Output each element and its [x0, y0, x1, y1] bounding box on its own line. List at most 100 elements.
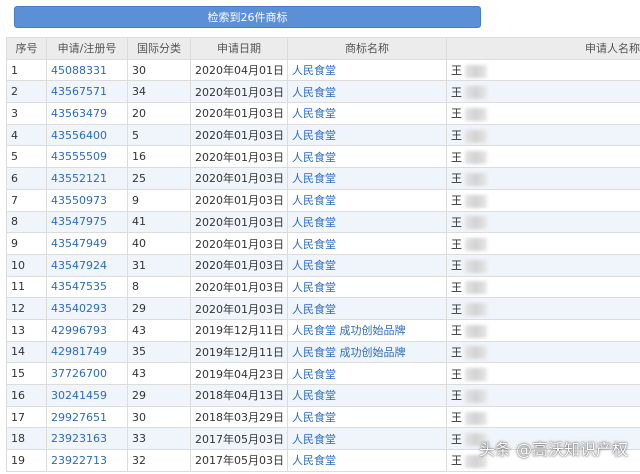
applicant-cell-text: 王	[451, 259, 462, 273]
index-cell-text: 1	[11, 63, 18, 77]
date-cell: 2020年01月03日	[190, 232, 288, 255]
class-cell: 29	[127, 384, 191, 407]
table-row: 17 29927651 30 2018年03月29日 人民食堂 王	[6, 405, 640, 429]
trademark-name-link[interactable]: 人民食堂 成功创始品牌	[287, 318, 447, 342]
reg-number-link[interactable]: 43547949	[46, 232, 128, 255]
trademark-name-link[interactable]: 人民食堂	[287, 449, 447, 472]
date-cell: 2019年04月23日	[190, 362, 288, 385]
applicant-cell-text: 王	[451, 411, 462, 425]
applicant-cell-text: 王	[451, 85, 462, 99]
applicant-cell: 王	[446, 275, 640, 299]
reg-number-link[interactable]: 43547535	[46, 275, 128, 299]
date-cell: 2019年12月11日	[190, 318, 288, 342]
reg-number-link[interactable]: 30241459	[46, 384, 128, 407]
applicant-cell-text: 王	[451, 389, 462, 403]
applicant-cell: 王	[446, 318, 640, 342]
trademark-name-link[interactable]: 人民食堂	[287, 253, 447, 277]
table-row: 14 42981749 35 2019年12月11日 人民食堂 成功创始品牌 王	[6, 340, 640, 364]
col-header-applicant: 申请人名称	[446, 37, 640, 60]
trademark-name-link[interactable]: 人民食堂	[287, 275, 447, 299]
trademark-name-link-text: 人民食堂	[292, 150, 336, 164]
reg-number-link[interactable]: 43547924	[46, 253, 128, 277]
table-row: 11 43547535 8 2020年01月03日 人民食堂 王	[6, 275, 640, 299]
table-row: 7 43550973 9 2020年01月03日 人民食堂 王	[6, 188, 640, 212]
date-cell-text: 2020年04月01日	[195, 64, 284, 78]
trademark-name-link[interactable]: 人民食堂	[287, 145, 447, 169]
reg-number-link[interactable]: 23923163	[46, 427, 128, 451]
index-cell: 4	[6, 123, 47, 147]
reg-number-link[interactable]: 43552121	[46, 167, 128, 190]
date-cell: 2018年03月29日	[190, 405, 288, 429]
index-cell: 9	[6, 232, 47, 255]
applicant-cell: 王	[446, 145, 640, 169]
class-cell-text: 41	[132, 215, 146, 229]
trademark-name-link-text: 人民食堂 成功创始品牌	[292, 324, 406, 338]
reg-number-link[interactable]: 42981749	[46, 340, 128, 364]
redacted-blur	[465, 368, 487, 382]
trademark-name-link[interactable]: 人民食堂	[287, 167, 447, 190]
date-cell: 2019年12月11日	[190, 340, 288, 364]
trademark-name-link[interactable]: 人民食堂	[287, 58, 447, 82]
reg-number-link-text: 43563479	[51, 106, 107, 120]
trademark-name-link-text: 人民食堂	[292, 454, 336, 468]
reg-number-link[interactable]: 43563479	[46, 102, 128, 125]
applicant-cell-text: 王	[451, 302, 462, 316]
index-cell-text: 17	[11, 410, 25, 424]
reg-number-link[interactable]: 43567571	[46, 80, 128, 104]
trademark-name-link-text: 人民食堂	[292, 389, 336, 403]
class-cell-text: 35	[132, 345, 146, 359]
trademark-name-link[interactable]: 人民食堂	[287, 405, 447, 429]
trademark-name-link[interactable]: 人民食堂	[287, 210, 447, 234]
trademark-name-link[interactable]: 人民食堂	[287, 297, 447, 320]
index-cell: 2	[6, 80, 47, 104]
date-cell: 2020年01月03日	[190, 275, 288, 299]
trademark-name-link[interactable]: 人民食堂	[287, 384, 447, 407]
reg-number-link[interactable]: 43547975	[46, 210, 128, 234]
class-cell: 35	[127, 340, 191, 364]
trademark-name-link[interactable]: 人民食堂	[287, 427, 447, 451]
reg-number-link-text: 37726700	[51, 367, 107, 381]
class-cell: 43	[127, 362, 191, 385]
applicant-cell-text: 王	[451, 194, 462, 208]
class-cell-text: 9	[132, 193, 139, 207]
index-cell: 14	[6, 340, 47, 364]
trademark-name-link[interactable]: 人民食堂 成功创始品牌	[287, 340, 447, 364]
search-result-count-button[interactable]: 检索到26件商标	[14, 6, 481, 28]
reg-number-link[interactable]: 29927651	[46, 405, 128, 429]
trademark-name-link[interactable]: 人民食堂	[287, 188, 447, 212]
date-cell-text: 2018年03月29日	[195, 411, 284, 425]
reg-number-link[interactable]: 45088331	[46, 58, 128, 82]
reg-number-link[interactable]: 23922713	[46, 449, 128, 472]
date-cell-text: 2019年12月11日	[195, 345, 284, 359]
class-cell: 9	[127, 188, 191, 212]
trademark-name-link[interactable]: 人民食堂	[287, 123, 447, 147]
table-row: 2 43567571 34 2020年01月03日 人民食堂 王	[6, 80, 640, 104]
reg-number-link[interactable]: 43540293	[46, 297, 128, 320]
date-cell-text: 2020年01月03日	[195, 172, 284, 186]
reg-number-link[interactable]: 43555509	[46, 145, 128, 169]
reg-number-link[interactable]: 43556400	[46, 123, 128, 147]
index-cell: 16	[6, 384, 47, 407]
reg-number-link[interactable]: 43550973	[46, 188, 128, 212]
applicant-cell-text: 王	[451, 64, 462, 78]
date-cell: 2020年01月03日	[190, 297, 288, 320]
trademark-name-link[interactable]: 人民食堂	[287, 232, 447, 255]
trademark-name-link[interactable]: 人民食堂	[287, 102, 447, 125]
reg-number-link-text: 43567571	[51, 85, 107, 99]
reg-number-link[interactable]: 37726700	[46, 362, 128, 385]
table-row: 8 43547975 41 2020年01月03日 人民食堂 王	[6, 210, 640, 234]
class-cell-text: 8	[132, 280, 139, 294]
table-row: 13 42996793 43 2019年12月11日 人民食堂 成功创始品牌 王	[6, 318, 640, 342]
trademark-name-link[interactable]: 人民食堂	[287, 362, 447, 385]
class-cell-text: 29	[132, 388, 146, 402]
reg-number-link-text: 23922713	[51, 453, 107, 467]
reg-number-link[interactable]: 42996793	[46, 318, 128, 342]
date-cell-text: 2020年01月03日	[195, 237, 284, 251]
date-cell: 2020年01月03日	[190, 253, 288, 277]
reg-number-link-text: 43540293	[51, 302, 107, 316]
index-cell: 12	[6, 297, 47, 320]
date-cell-text: 2020年01月03日	[195, 215, 284, 229]
trademark-name-link[interactable]: 人民食堂	[287, 80, 447, 104]
index-cell-text: 16	[11, 388, 25, 402]
index-cell-text: 8	[11, 215, 18, 229]
